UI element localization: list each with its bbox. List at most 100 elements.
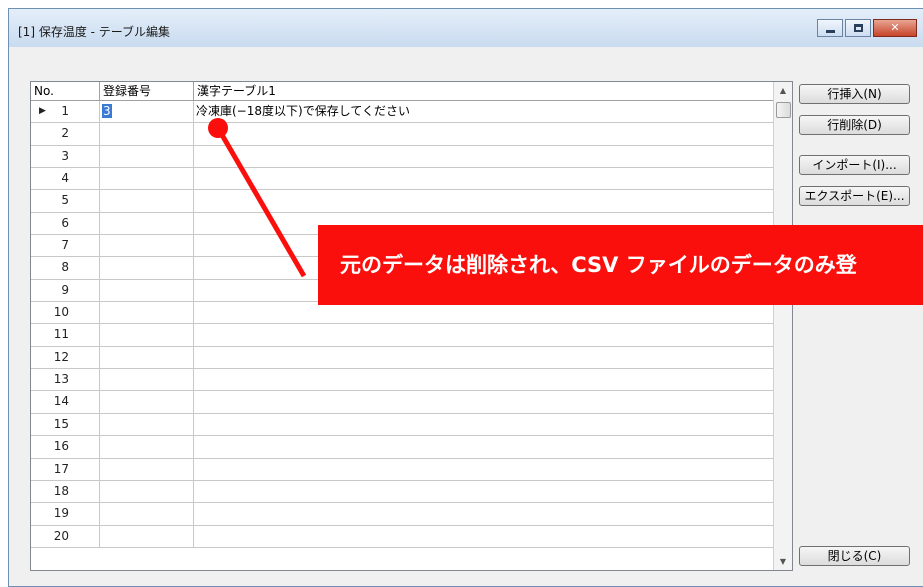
kanji-table-cell[interactable] (194, 526, 775, 548)
window-controls: ✕ (815, 19, 917, 39)
kanji-table-cell[interactable] (194, 414, 775, 437)
row-number-cell[interactable]: 8 (31, 257, 100, 280)
kanji-table-cell[interactable] (194, 391, 775, 414)
registration-number-cell[interactable] (100, 279, 194, 303)
table-row[interactable]: 14 (31, 391, 775, 414)
grid-header: No. 登録番号 漢字テーブル1 (31, 82, 775, 101)
kanji-table-cell[interactable] (194, 146, 775, 169)
kanji-table-cell[interactable] (194, 503, 775, 526)
kanji-table-cell[interactable] (194, 168, 775, 191)
export-button[interactable]: エクスポート(E)... (799, 186, 910, 206)
registration-number-cell[interactable] (100, 503, 194, 526)
table-row[interactable]: 13 (31, 369, 775, 392)
kanji-table-cell[interactable] (194, 123, 775, 146)
row-number: 13 (53, 372, 69, 387)
table-row[interactable]: ▶ 1 3 冷凍庫(−18度以下)で保存してください (31, 101, 775, 124)
column-header-kanji-table[interactable]: 漢字テーブル1 (194, 82, 775, 100)
kanji-table-cell[interactable] (194, 369, 775, 392)
row-number-cell[interactable]: 17 (31, 458, 100, 481)
row-number-cell[interactable]: 16 (31, 436, 100, 459)
table-row[interactable]: 20 (31, 525, 775, 548)
registration-number-cell[interactable] (100, 235, 194, 258)
insert-row-button[interactable]: 行挿入(N) (799, 84, 910, 104)
row-number: 8 (61, 260, 69, 275)
column-header-registration-number[interactable]: 登録番号 (100, 82, 194, 100)
maximize-button[interactable] (845, 19, 871, 37)
registration-number-cell[interactable] (100, 458, 194, 481)
registration-number-cell[interactable] (100, 302, 194, 325)
row-number: 1 (61, 104, 69, 118)
column-header-no[interactable]: No. (31, 82, 100, 100)
row-number: 19 (53, 506, 69, 521)
row-number-cell[interactable]: 12 (31, 346, 100, 370)
row-number: 5 (61, 193, 69, 208)
title-bar[interactable]: [1] 保存温度 - テーブル編集 ✕ (9, 9, 923, 47)
table-row[interactable]: 10 (31, 302, 775, 325)
registration-number-cell[interactable] (100, 123, 194, 146)
minimize-button[interactable] (817, 19, 843, 37)
table-row[interactable]: 4 (31, 168, 775, 191)
table-row[interactable]: 17 (31, 458, 775, 481)
row-number-cell[interactable]: 18 (31, 480, 100, 504)
table-row[interactable]: 11 (31, 324, 775, 347)
row-number-cell[interactable]: 7 (31, 235, 100, 258)
table-row[interactable]: 18 (31, 480, 775, 504)
registration-number-cell[interactable] (100, 369, 194, 392)
row-number-cell[interactable]: 6 (31, 212, 100, 236)
kanji-table-cell[interactable] (194, 347, 775, 370)
minimize-icon (826, 30, 835, 33)
kanji-table-cell[interactable] (194, 459, 775, 481)
row-number-cell[interactable]: 9 (31, 279, 100, 303)
row-number-cell[interactable]: 14 (31, 391, 100, 414)
registration-number-cell[interactable] (100, 168, 194, 191)
table-row[interactable]: 19 (31, 503, 775, 526)
close-window-button[interactable]: ✕ (873, 19, 917, 37)
row-number-cell[interactable]: 20 (31, 525, 100, 548)
delete-row-button[interactable]: 行削除(D) (799, 115, 910, 135)
registration-number-cell[interactable] (100, 145, 194, 169)
scroll-down-icon[interactable]: ▼ (774, 553, 792, 570)
row-number-cell[interactable]: 2 (31, 123, 100, 146)
table-row[interactable]: 3 (31, 145, 775, 169)
kanji-table-cell[interactable] (194, 302, 775, 325)
client-area: No. 登録番号 漢字テーブル1 ▶ 1 3 冷凍庫(−18度以下)で保存してください… (9, 47, 923, 586)
table-grid[interactable]: No. 登録番号 漢字テーブル1 ▶ 1 3 冷凍庫(−18度以下)で保存してください… (30, 81, 793, 571)
registration-number-cell[interactable]: 3 (100, 101, 194, 124)
registration-number-cell[interactable] (100, 413, 194, 437)
vertical-scrollbar[interactable]: ▲ ▼ (773, 82, 792, 570)
kanji-table-cell[interactable] (194, 190, 775, 213)
registration-number-cell[interactable] (100, 436, 194, 459)
registration-number-cell[interactable] (100, 190, 194, 213)
registration-number-cell[interactable] (100, 346, 194, 370)
table-row[interactable]: 15 (31, 413, 775, 437)
scroll-up-icon[interactable]: ▲ (774, 82, 792, 99)
registration-number-cell[interactable] (100, 324, 194, 347)
row-number-cell[interactable]: 3 (31, 145, 100, 169)
import-button[interactable]: インポート(I)... (799, 155, 910, 175)
row-number-cell[interactable]: 11 (31, 324, 100, 347)
row-number-cell[interactable]: 4 (31, 168, 100, 191)
row-number-cell[interactable]: 19 (31, 503, 100, 526)
scroll-thumb[interactable] (776, 102, 791, 118)
table-row[interactable]: 12 (31, 346, 775, 370)
table-row[interactable]: 5 (31, 190, 775, 213)
row-number-cell[interactable]: ▶ 1 (31, 101, 100, 124)
table-row[interactable]: 2 (31, 123, 775, 146)
close-button[interactable]: 閉じる(C) (799, 546, 910, 566)
row-number-cell[interactable]: 13 (31, 369, 100, 392)
row-number-cell[interactable]: 5 (31, 190, 100, 213)
kanji-table-cell[interactable]: 冷凍庫(−18度以下)で保存してください (194, 101, 775, 124)
registration-number-cell[interactable] (100, 525, 194, 548)
kanji-table-cell[interactable] (194, 481, 775, 504)
grid-rows: ▶ 1 3 冷凍庫(−18度以下)で保存してください 2 3 4 5 6 7 8 9 10 11 12 13 1… (31, 101, 775, 548)
kanji-table-cell[interactable] (194, 324, 775, 347)
row-number-cell[interactable]: 10 (31, 302, 100, 325)
table-row[interactable]: 16 (31, 436, 775, 459)
row-number-cell[interactable]: 15 (31, 413, 100, 437)
kanji-table-cell[interactable] (194, 436, 775, 459)
registration-number-cell[interactable] (100, 257, 194, 280)
registration-number-cell[interactable] (100, 480, 194, 504)
registration-number-cell[interactable] (100, 212, 194, 236)
row-number: 9 (61, 282, 69, 297)
registration-number-cell[interactable] (100, 391, 194, 414)
